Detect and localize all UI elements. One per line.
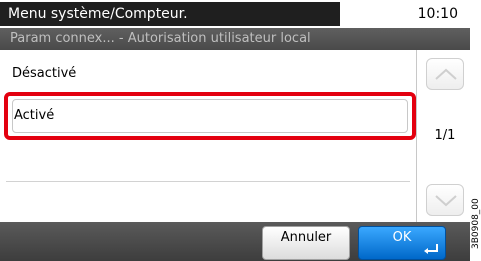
- list-item-label: Désactivé: [12, 66, 77, 81]
- page-title: Menu système/Compteur.: [0, 2, 340, 26]
- clock: 10:10: [417, 6, 458, 22]
- side-code-text: 3B0908_00: [471, 198, 481, 249]
- scroll-panel: 1/1: [418, 50, 470, 222]
- selection-frame: [12, 99, 408, 133]
- side-code: 3B0908_00: [470, 190, 481, 250]
- title-bar: Menu système/Compteur. 10:10: [0, 0, 470, 28]
- chevron-up-icon: [435, 68, 457, 80]
- list-item-active[interactable]: Activé: [4, 92, 416, 140]
- cancel-button[interactable]: Annuler: [262, 226, 350, 260]
- page-indicator: 1/1: [434, 128, 456, 143]
- list-item-desactive[interactable]: Désactivé: [6, 54, 410, 94]
- scroll-up-button[interactable]: [426, 58, 464, 90]
- footer-bar: Annuler OK: [0, 222, 470, 261]
- list-item-empty-2[interactable]: [6, 182, 410, 222]
- chevron-down-icon: [435, 195, 457, 207]
- enter-return-icon: [424, 244, 438, 254]
- option-list: Désactivé Activé: [0, 50, 417, 222]
- ok-button-label: OK: [392, 230, 412, 245]
- ok-button[interactable]: OK: [358, 226, 446, 260]
- list-item-empty-1[interactable]: [6, 142, 410, 182]
- list-item-label: Activé: [14, 108, 55, 123]
- breadcrumb: Param connex... - Autorisation utilisate…: [0, 28, 470, 50]
- scroll-down-button[interactable]: [426, 184, 464, 216]
